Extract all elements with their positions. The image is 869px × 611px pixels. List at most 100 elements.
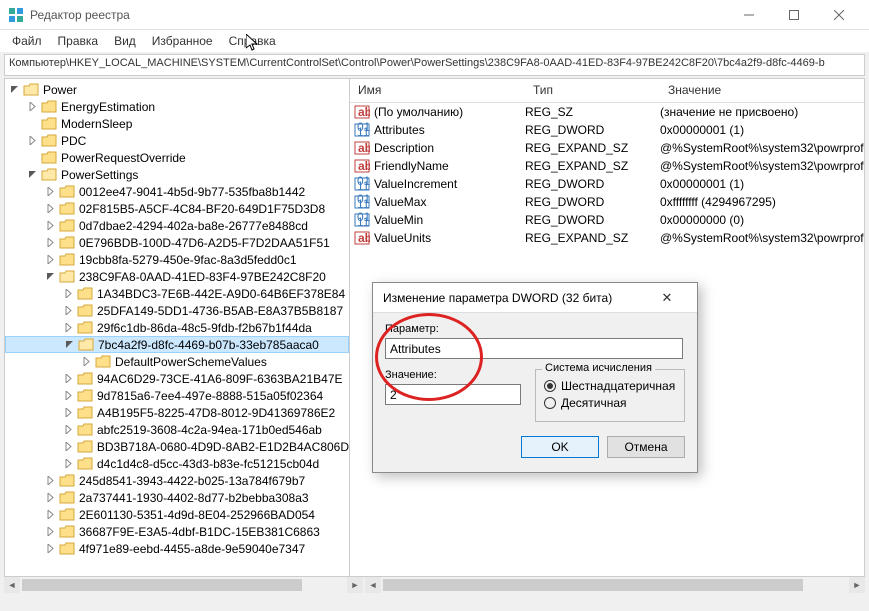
expand-toggle-icon[interactable] — [45, 254, 56, 265]
tree-item[interactable]: 25DFA149-5DD1-4736-B5AB-E8A37B5B8187 — [5, 302, 349, 319]
tree-item[interactable]: 94AC6D29-73CE-41A6-809F-6363BA21B47E — [5, 370, 349, 387]
list-row[interactable]: 011110AttributesREG_DWORD0x00000001 (1) — [350, 121, 864, 139]
tree-item[interactable]: 0012ee47-9041-4b5d-9b77-535fba8b1442 — [5, 183, 349, 200]
scroll-left-icon[interactable]: ◄ — [365, 577, 381, 593]
expand-toggle-icon[interactable] — [45, 492, 56, 503]
tree-item[interactable]: 7bc4a2f9-d8fc-4469-b07b-33eb785aaca0 — [5, 336, 349, 353]
scroll-right-icon[interactable]: ► — [849, 577, 865, 593]
expand-toggle-icon[interactable] — [81, 356, 92, 367]
tree-item[interactable]: PowerRequestOverride — [5, 149, 349, 166]
expand-toggle-icon[interactable] — [63, 407, 74, 418]
expand-toggle-icon[interactable] — [45, 543, 56, 554]
menu-help[interactable]: Справка — [221, 31, 284, 51]
expand-toggle-icon[interactable] — [45, 271, 56, 282]
tree-label: d4c1d4c8-d5cc-43d3-b83e-fc51215cb04d — [97, 457, 319, 471]
tree-item[interactable]: PowerSettings — [5, 166, 349, 183]
tree-item[interactable]: 0E796BDB-100D-47D6-A2D5-F7D2DAA51F51 — [5, 234, 349, 251]
menu-view[interactable]: Вид — [106, 31, 144, 51]
maximize-button[interactable] — [771, 0, 816, 30]
menu-favorites[interactable]: Избранное — [144, 31, 221, 51]
tree-item[interactable]: 29f6c1db-86da-48c5-9fdb-f2b67b1f44da — [5, 319, 349, 336]
expand-toggle-icon[interactable] — [63, 424, 74, 435]
tree-item[interactable]: 0d7dbae2-4294-402a-ba8e-26777e8488cd — [5, 217, 349, 234]
expand-toggle-icon[interactable] — [63, 305, 74, 316]
expand-toggle-icon[interactable] — [63, 288, 74, 299]
expand-toggle-icon[interactable] — [63, 458, 74, 469]
tree-pane[interactable]: PowerEnergyEstimationModernSleepPDCPower… — [5, 79, 350, 576]
expand-toggle-icon[interactable] — [45, 509, 56, 520]
expand-toggle-icon[interactable] — [63, 441, 74, 452]
cell-value: @%SystemRoot%\system32\powrprof.d — [660, 231, 864, 245]
tree-item[interactable]: BD3B718A-0680-4D9D-8AB2-E1D2B4AC806D — [5, 438, 349, 455]
list-row[interactable]: abFriendlyNameREG_EXPAND_SZ@%SystemRoot%… — [350, 157, 864, 175]
value-input[interactable] — [385, 384, 521, 405]
col-value[interactable]: Значение — [660, 79, 864, 102]
tree-item[interactable]: DefaultPowerSchemeValues — [5, 353, 349, 370]
expand-toggle-icon[interactable] — [45, 475, 56, 486]
radio-dec[interactable]: Десятичная — [544, 396, 676, 410]
cell-value: @%SystemRoot%\system32\powrprof.d — [660, 159, 864, 173]
expand-toggle-icon[interactable] — [27, 169, 38, 180]
list-row[interactable]: 011110ValueIncrementREG_DWORD0x00000001 … — [350, 175, 864, 193]
tree-item[interactable]: 2E601130-5351-4d9d-8E04-252966BAD054 — [5, 506, 349, 523]
tree-item[interactable]: 1A34BDC3-7E6B-442E-A9D0-64B6EF378E84 — [5, 285, 349, 302]
expand-toggle-icon[interactable] — [27, 101, 38, 112]
list-row[interactable]: 011110ValueMaxREG_DWORD0xffffffff (42949… — [350, 193, 864, 211]
expand-toggle-icon[interactable] — [63, 373, 74, 384]
tree-item[interactable]: 238C9FA8-0AAD-41ED-83F4-97BE242C8F20 — [5, 268, 349, 285]
address-bar[interactable]: Компьютер\HKEY_LOCAL_MACHINE\SYSTEM\Curr… — [4, 54, 865, 76]
expand-toggle-icon[interactable] — [64, 339, 75, 350]
expand-toggle-icon[interactable] — [45, 186, 56, 197]
scroll-right-icon[interactable]: ► — [347, 577, 363, 593]
ok-button[interactable]: OK — [521, 436, 599, 458]
radio-icon — [544, 397, 556, 409]
tree-item[interactable]: 36687F9E-E3A5-4dbf-B1DC-15EB381C6863 — [5, 523, 349, 540]
tree-label: 2E601130-5351-4d9d-8E04-252966BAD054 — [79, 508, 315, 522]
col-type[interactable]: Тип — [525, 79, 660, 102]
list-row[interactable]: abDescriptionREG_EXPAND_SZ@%SystemRoot%\… — [350, 139, 864, 157]
base-groupbox: Система исчисления Шестнадцатеричная Дес… — [535, 369, 685, 422]
folder-icon — [77, 389, 93, 403]
tree-item[interactable]: ModernSleep — [5, 115, 349, 132]
scroll-left-icon[interactable]: ◄ — [4, 577, 20, 593]
folder-icon — [59, 236, 75, 250]
tree-item[interactable]: 245d8541-3943-4422-b025-13a784f679b7 — [5, 472, 349, 489]
minimize-button[interactable] — [726, 0, 771, 30]
expand-toggle-icon[interactable] — [27, 135, 38, 146]
close-button[interactable] — [816, 0, 861, 30]
list-row[interactable]: ab(По умолчанию)REG_SZ(значение не присв… — [350, 103, 864, 121]
expand-toggle-icon[interactable] — [63, 322, 74, 333]
expand-toggle-icon[interactable] — [45, 526, 56, 537]
tree-item[interactable]: 9d7815a6-7ee4-497e-8888-515a05f02364 — [5, 387, 349, 404]
tree-item[interactable]: Power — [5, 81, 349, 98]
tree-item[interactable]: 2a737441-1930-4402-8d77-b2bebba308a3 — [5, 489, 349, 506]
tree-item[interactable]: 19cbb8fa-5279-450e-9fac-8a3d5fedd0c1 — [5, 251, 349, 268]
tree-item[interactable]: 02F815B5-A5CF-4C84-BF20-649D1F75D3D8 — [5, 200, 349, 217]
list-row[interactable]: 011110ValueMinREG_DWORD0x00000000 (0) — [350, 211, 864, 229]
col-name[interactable]: Имя — [350, 79, 525, 102]
cell-name: Attributes — [374, 123, 525, 137]
cell-name: ValueIncrement — [374, 177, 525, 191]
folder-icon — [77, 423, 93, 437]
tree-label: A4B195F5-8225-47D8-8012-9D41369786E2 — [97, 406, 335, 420]
expand-toggle-icon[interactable] — [45, 237, 56, 248]
menu-edit[interactable]: Правка — [50, 31, 107, 51]
folder-icon — [41, 151, 57, 165]
list-row[interactable]: abValueUnitsREG_EXPAND_SZ@%SystemRoot%\s… — [350, 229, 864, 247]
cancel-button[interactable]: Отмена — [607, 436, 685, 458]
tree-item[interactable]: d4c1d4c8-d5cc-43d3-b83e-fc51215cb04d — [5, 455, 349, 472]
tree-item[interactable]: 4f971e89-eebd-4455-a8de-9e59040e7347 — [5, 540, 349, 557]
expand-toggle-icon[interactable] — [45, 203, 56, 214]
expand-toggle-icon[interactable] — [45, 220, 56, 231]
tree-item[interactable]: abfc2519-3608-4c2a-94ea-171b0ed546ab — [5, 421, 349, 438]
expand-toggle-icon[interactable] — [63, 390, 74, 401]
tree-item[interactable]: PDC — [5, 132, 349, 149]
value-type-icon: 011110 — [354, 194, 370, 210]
dialog-close-button[interactable]: ✕ — [647, 290, 687, 306]
tree-item[interactable]: EnergyEstimation — [5, 98, 349, 115]
tree-label: 94AC6D29-73CE-41A6-809F-6363BA21B47E — [97, 372, 343, 386]
radio-hex[interactable]: Шестнадцатеричная — [544, 379, 676, 393]
scrollbar-horizontal[interactable]: ◄ ► ◄ ► — [4, 577, 865, 593]
tree-item[interactable]: A4B195F5-8225-47D8-8012-9D41369786E2 — [5, 404, 349, 421]
menu-file[interactable]: Файл — [4, 31, 50, 51]
